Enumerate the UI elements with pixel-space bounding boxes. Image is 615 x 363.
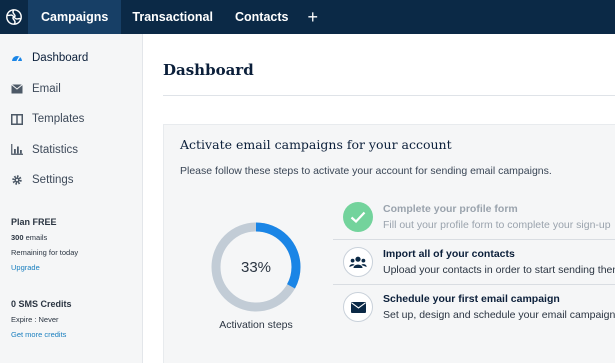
emails-unit: emails — [23, 233, 48, 242]
step-title: Schedule your first email campaign — [383, 293, 560, 305]
tab-contacts[interactable]: Contacts — [224, 0, 299, 34]
tab-campaigns[interactable]: Campaigns — [28, 0, 122, 34]
sidebar: Dashboard Email Templates Statistics Set… — [0, 34, 143, 363]
get-more-credits-link[interactable]: Get more credits — [11, 330, 136, 339]
columns-icon — [11, 113, 23, 125]
main-content: Dashboard Activate email campaigns for y… — [144, 34, 615, 363]
sidebar-item-dashboard[interactable]: Dashboard — [0, 43, 142, 74]
plan-title: Plan FREE — [11, 217, 57, 227]
sms-expire: Expire : Never — [11, 315, 59, 324]
gauge-icon — [11, 52, 23, 64]
divider — [163, 95, 615, 96]
tab-transactional[interactable]: Transactional — [121, 0, 224, 34]
card-description: Please follow these steps to activate yo… — [180, 165, 552, 177]
sidebar-item-email[interactable]: Email — [0, 74, 142, 105]
sidebar-item-templates[interactable]: Templates — [0, 104, 142, 135]
sidebar-item-statistics[interactable]: Statistics — [0, 135, 142, 166]
step-text: Set up, design and schedule your email c… — [383, 309, 615, 321]
sidebar-item-label: Templates — [32, 113, 85, 126]
sidebar-item-settings[interactable]: Settings — [0, 165, 142, 196]
page-title: Dashboard — [163, 61, 254, 79]
sendinblue-logo-icon[interactable] — [0, 0, 28, 34]
step-import-contacts[interactable]: Import all of your contacts Upload your … — [333, 240, 615, 285]
add-icon[interactable]: + — [299, 0, 326, 34]
sidebar-item-label: Dashboard — [32, 52, 89, 65]
remaining-label: Remaining for today — [11, 248, 79, 257]
progress-ring: 33% — [208, 219, 304, 315]
emails-count: 300 — [11, 233, 24, 242]
progress-caption: Activation steps — [219, 319, 293, 331]
step-complete-profile[interactable]: Complete your profile form Fill out your… — [333, 195, 615, 240]
sidebar-item-label: Statistics — [32, 143, 79, 156]
sidebar-item-label: Settings — [32, 174, 74, 187]
progress-percent: 33% — [240, 258, 272, 276]
upgrade-link[interactable]: Upgrade — [11, 263, 136, 272]
check-icon — [343, 202, 373, 232]
gear-icon — [11, 174, 23, 186]
card-title: Activate email campaigns for your accoun… — [180, 137, 452, 152]
step-text: Upload your contacts in order to start s… — [383, 264, 615, 276]
bar-chart-icon — [11, 144, 23, 156]
sms-credits-title: 0 SMS Credits — [11, 299, 72, 309]
top-navigation: Campaigns Transactional Contacts + — [0, 0, 615, 34]
step-schedule-campaign[interactable]: Schedule your first email campaign Set u… — [333, 285, 615, 330]
sidebar-item-label: Email — [32, 82, 61, 95]
activation-steps: Complete your profile form Fill out your… — [333, 195, 615, 330]
users-icon — [343, 247, 373, 277]
activation-card: Activate email campaigns for your accoun… — [163, 124, 615, 363]
step-text: Fill out your profile form to complete y… — [383, 219, 611, 231]
step-title: Complete your profile form — [383, 203, 518, 215]
envelope-icon — [11, 83, 23, 95]
step-title: Import all of your contacts — [383, 248, 515, 260]
emails-remaining: 300 emails — [11, 233, 136, 242]
plan-info: Plan FREE 300 emails Remaining for today… — [11, 217, 136, 272]
sms-info: 0 SMS Credits Expire : Never Get more cr… — [11, 299, 136, 339]
envelope-icon — [343, 292, 373, 322]
